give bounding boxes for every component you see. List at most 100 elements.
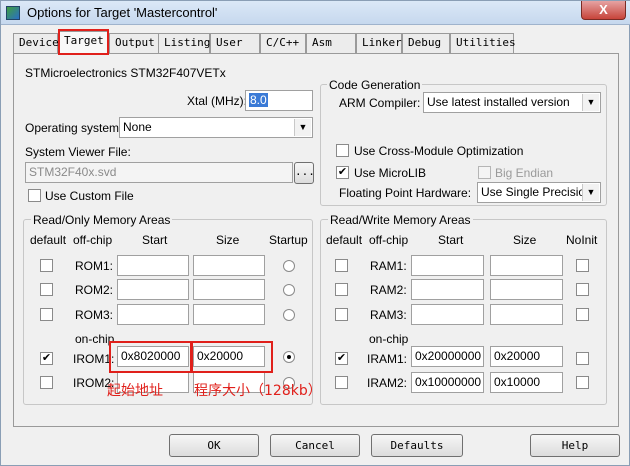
rom1-size-input[interactable] [193,255,265,276]
irom2-default-checkbox[interactable] [40,376,53,389]
iram2-size-input[interactable]: 0x10000 [490,372,563,393]
window-title: Options for Target 'Mastercontrol' [27,5,218,20]
tab-output[interactable]: Output [109,33,159,53]
tab-utilities[interactable]: Utilities [450,33,516,53]
iram2-label: IRAM2: [367,376,408,390]
ram3-size-input[interactable] [490,304,563,325]
ram3-noinit-checkbox[interactable] [576,308,589,321]
tab-asm[interactable]: Asm [306,33,356,53]
annotation-start-addr: 起始地址 [107,383,163,399]
tab-user[interactable]: User [210,33,260,53]
sv-label: System Viewer File: [25,145,131,159]
xtal-input[interactable]: 8.0 [245,90,313,111]
size-highlight [191,341,273,373]
tab-debug[interactable]: Debug [402,33,450,53]
rom3-size-input[interactable] [193,304,265,325]
app-icon [6,6,20,20]
ram1-label: RAM1: [370,259,407,273]
ram2-start-input[interactable] [411,279,484,300]
rom3-default-checkbox[interactable] [40,308,53,321]
rom2-start-input[interactable] [117,279,189,300]
rom3-label: ROM3: [75,308,114,322]
ram1-noinit-checkbox[interactable] [576,259,589,272]
ram1-size-input[interactable] [490,255,563,276]
cross-module-checkbox[interactable] [336,144,349,157]
rom-header-start: Start [142,233,168,247]
ram1-start-input[interactable] [411,255,484,276]
rom3-start-input[interactable] [117,304,189,325]
ram2-size-input[interactable] [490,279,563,300]
ram2-noinit-checkbox[interactable] [576,283,589,296]
chevron-down-icon: ▼ [294,119,311,136]
microlib-checkbox[interactable]: ✔ [336,166,349,179]
close-button[interactable]: X [581,1,626,20]
rom2-default-checkbox[interactable] [40,283,53,296]
rom3-startup-radio[interactable] [283,309,295,321]
fp-select[interactable]: Use Single Precision ▼ [477,182,601,203]
big-endian-checkbox[interactable] [478,166,491,179]
iram2-default-checkbox[interactable] [335,376,348,389]
help-button[interactable]: Help [530,434,620,457]
tab-cc[interactable]: C/C++ [260,33,306,53]
ram-header-start: Start [438,233,464,247]
rom-header-startup: Startup [269,233,308,247]
chevron-down-icon: ▼ [582,184,599,201]
rom-header-size: Size [216,233,240,247]
ram-header-default: default [326,233,363,247]
sv-file-input[interactable]: STM32F40x.svd [25,162,293,183]
rom1-start-input[interactable] [117,255,189,276]
tab-listing[interactable]: Listing [158,33,210,53]
rom2-size-input[interactable] [193,279,265,300]
ram-header-size: Size [513,233,537,247]
iram2-noinit-checkbox[interactable] [576,376,589,389]
rom2-startup-radio[interactable] [283,284,295,296]
microlib-label: Use MicroLIB [354,166,427,180]
target-tab-highlight [58,29,109,55]
xtal-label: Xtal (MHz): [187,94,247,108]
irom1-default-checkbox[interactable]: ✔ [40,352,53,365]
ram2-default-checkbox[interactable] [335,283,348,296]
title-bar: Options for Target 'Mastercontrol' X [1,1,630,25]
ram3-start-input[interactable] [411,304,484,325]
rom2-label: ROM2: [75,283,114,297]
custom-file-label: Use Custom File [45,189,134,203]
options-dialog: Options for Target 'Mastercontrol' X Dev… [0,0,630,466]
rom1-default-checkbox[interactable] [40,259,53,272]
defaults-button[interactable]: Defaults [371,434,463,457]
ram-onchip-label: on-chip [369,332,409,346]
iram1-start-input[interactable]: 0x20000000 [411,346,484,367]
ram-header-offchip: off-chip [369,233,409,247]
os-select[interactable]: None ▼ [119,117,313,138]
codegen-title: Code Generation [327,78,423,92]
ram3-default-checkbox[interactable] [335,308,348,321]
start-addr-highlight [109,341,192,373]
iram1-default-checkbox[interactable]: ✔ [335,352,348,365]
custom-file-checkbox[interactable] [28,189,41,202]
rom1-startup-radio[interactable] [283,260,295,272]
iram1-noinit-checkbox[interactable] [576,352,589,365]
sv-browse-button[interactable]: ... [294,162,315,184]
ram-title: Read/Write Memory Areas [328,213,473,227]
rom-header-default: default [30,233,67,247]
cross-module-label: Use Cross-Module Optimization [354,144,524,158]
ram1-default-checkbox[interactable] [335,259,348,272]
ok-button[interactable]: OK [169,434,259,457]
ram2-label: RAM2: [370,283,407,297]
os-label: Operating system: [25,121,123,135]
tab-linker[interactable]: Linker [356,33,402,53]
tab-device[interactable]: Device [13,33,59,53]
iram1-size-input[interactable]: 0x20000 [490,346,563,367]
iram2-start-input[interactable]: 0x10000000 [411,372,484,393]
fp-label: Floating Point Hardware: [339,186,472,200]
ram3-label: RAM3: [370,308,407,322]
compiler-label: ARM Compiler: [339,96,421,110]
chevron-down-icon: ▼ [582,94,599,111]
iram1-label: IRAM1: [367,352,408,366]
xtal-value: 8.0 [249,93,268,107]
irom1-startup-radio[interactable] [283,351,295,363]
cancel-button[interactable]: Cancel [270,434,360,457]
compiler-select[interactable]: Use latest installed version ▼ [423,92,601,113]
annotation-program-size: 程序大小（128kb） [194,383,322,399]
rom-title: Read/Only Memory Areas [31,213,173,227]
rom1-label: ROM1: [75,259,114,273]
